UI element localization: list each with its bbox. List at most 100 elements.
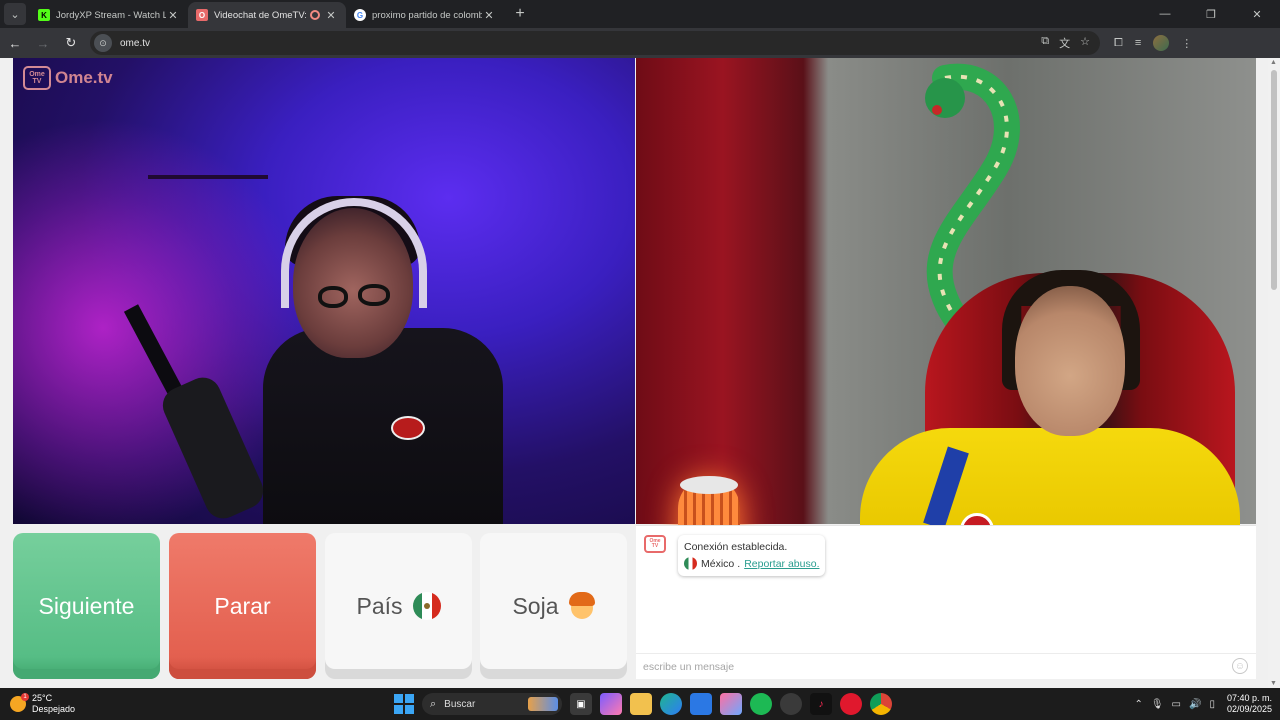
file-explorer-icon[interactable]	[630, 693, 652, 715]
search-icon: ⌕	[430, 697, 437, 710]
next-button-label: Siguiente	[38, 592, 135, 619]
battery-icon[interactable]: ▯	[1209, 699, 1215, 710]
tab-title: proximo partido de colombia - Buscar con…	[372, 9, 482, 21]
windows-taskbar: 1 25°C Despejado ⌕ Buscar ▣ ♪ ⌃ 🎙 ▭ 🔊 ▯ …	[0, 688, 1280, 720]
next-button[interactable]: Siguiente	[13, 533, 160, 679]
scroll-up-icon[interactable]: ▲	[1270, 59, 1277, 66]
separator: .	[737, 557, 741, 570]
tab-strip: ⌄ K JordyXP Stream - Watch Live on Kick …	[0, 0, 1280, 28]
browser-toolbar: ← → ↻ ⊙ ome.tv ⧉ 文 ☆ ⧠ ≡ ⋮	[0, 28, 1280, 58]
boy-face-icon	[568, 592, 595, 620]
restore-icon[interactable]: ❐	[1188, 8, 1234, 21]
close-tab-icon[interactable]: ✕	[324, 9, 338, 22]
weather-sun-icon: 1	[10, 693, 29, 712]
reload-icon[interactable]: ↻	[58, 30, 84, 56]
media-controls-icon[interactable]: ≡	[1135, 37, 1141, 49]
tab-search-icon[interactable]: ⌄	[4, 3, 26, 25]
chat-panel: Ome TV Conexión establecida. México . Re…	[636, 525, 1256, 679]
tab-kick[interactable]: K JordyXP Stream - Watch Live on Kick ✕	[30, 2, 188, 28]
windows-start-icon[interactable]	[394, 694, 414, 714]
opera-icon[interactable]	[840, 693, 862, 715]
search-highlight-icon	[528, 697, 558, 711]
video-shelf	[148, 175, 268, 179]
taskbar-search[interactable]: ⌕ Buscar	[422, 693, 562, 715]
profile-avatar[interactable]	[1153, 35, 1170, 51]
chrome-icon[interactable]	[870, 693, 892, 715]
ometv-page: Ome TV Ome.tv Siguiente Parar País Soja …	[0, 58, 1280, 702]
install-app-icon[interactable]: ⧉	[1041, 35, 1049, 51]
task-view-icon[interactable]: ▣	[570, 693, 592, 715]
connection-status: Conexión establecida.	[684, 541, 788, 553]
taskbar-search-label: Buscar	[444, 698, 476, 710]
tab-title: Videochat de OmeTV: una alternativa	[214, 9, 306, 21]
microphone-icon[interactable]: 🎙	[1151, 699, 1164, 710]
edge-icon[interactable]	[660, 693, 682, 715]
ometv-logo: Ome TV Ome.tv	[23, 66, 113, 90]
address-bar[interactable]: ⊙ ome.tv ⧉ 文 ☆	[90, 31, 1100, 55]
local-video: Ome TV Ome.tv	[13, 58, 635, 524]
ometv-icon: O	[196, 9, 208, 21]
tab-google[interactable]: G proximo partido de colombia - Buscar c…	[346, 2, 504, 28]
volume-icon[interactable]: 🔊	[1189, 699, 1201, 710]
game-controller-icon[interactable]	[780, 693, 802, 715]
shirt-logo	[391, 416, 425, 440]
weather-temp: 25°C	[32, 693, 53, 703]
spotify-icon[interactable]	[750, 693, 772, 715]
close-window-icon[interactable]: ✕	[1234, 8, 1280, 21]
ometv-logo-text: Ome.tv	[55, 68, 113, 87]
minimize-icon[interactable]: —	[1142, 8, 1188, 20]
mexico-flag-icon	[684, 557, 697, 570]
bookmark-star-icon[interactable]: ☆	[1080, 35, 1090, 51]
gender-filter-button[interactable]: Soja	[480, 533, 627, 679]
ometv-logo-icon: Ome TV	[23, 66, 51, 90]
chat-message-input[interactable]	[643, 660, 1203, 673]
ometv-chat-icon: Ome TV	[644, 535, 666, 553]
tab-title: JordyXP Stream - Watch Live on Kick	[56, 9, 166, 21]
glasses	[318, 286, 348, 308]
close-tab-icon[interactable]: ✕	[482, 9, 496, 22]
menu-icon[interactable]: ⋮	[1181, 37, 1192, 50]
gender-button-label: Soja	[512, 592, 559, 619]
recording-icon	[310, 10, 320, 20]
partner-country: México	[701, 557, 735, 570]
clock-date: 02/09/2025	[1226, 704, 1272, 714]
photos-icon[interactable]	[720, 693, 742, 715]
copilot-icon[interactable]	[600, 693, 622, 715]
report-abuse-link[interactable]: Reportar abuso.	[744, 558, 819, 570]
stop-button[interactable]: Parar	[169, 533, 316, 679]
glasses	[358, 284, 390, 306]
mexico-flag-icon	[412, 592, 441, 620]
weather-badge: 1	[21, 693, 29, 701]
tab-ometv[interactable]: O Videochat de OmeTV: una alternativa ✕	[188, 2, 346, 28]
display-icon[interactable]: ▭	[1172, 699, 1181, 710]
scrollbar-thumb[interactable]	[1271, 70, 1277, 290]
store-icon[interactable]	[690, 693, 712, 715]
close-tab-icon[interactable]: ✕	[166, 9, 180, 22]
back-icon[interactable]: ←	[2, 30, 28, 56]
window-controls: — ❐ ✕	[1142, 0, 1280, 28]
person-body	[263, 328, 503, 524]
new-tab-icon[interactable]: +	[508, 2, 532, 26]
system-message: Conexión establecida. México . Reportar …	[678, 535, 826, 576]
forward-icon[interactable]: →	[30, 30, 56, 56]
colombia-shirt	[860, 428, 1240, 528]
taskbar-clock[interactable]: 07:40 p. m. 02/09/2025	[1227, 693, 1272, 715]
scroll-down-icon[interactable]: ▼	[1270, 680, 1277, 687]
extensions-icon[interactable]: ⧠	[1114, 37, 1123, 50]
weather-widget[interactable]: 1 25°C Despejado	[10, 693, 130, 715]
tiktok-icon[interactable]: ♪	[810, 693, 832, 715]
weather-desc: Despejado	[32, 704, 76, 714]
google-icon: G	[354, 9, 366, 21]
stop-button-label: Parar	[214, 592, 271, 619]
site-info-icon[interactable]: ⊙	[94, 34, 112, 52]
country-filter-button[interactable]: País	[325, 533, 472, 679]
tray-chevron-up-icon[interactable]: ⌃	[1134, 699, 1142, 710]
url-text: ome.tv	[120, 37, 151, 49]
chat-input-bar: ☺	[636, 653, 1256, 679]
clock-time: 07:40 p. m.	[1226, 693, 1272, 703]
translate-icon[interactable]: 文	[1059, 35, 1070, 51]
country-button-label: País	[356, 592, 403, 619]
page-scrollbar[interactable]: ▲ ▼	[1268, 58, 1280, 688]
system-tray: ⌃ 🎙 ▭ 🔊 ▯ 07:40 p. m. 02/09/2025	[1134, 688, 1272, 720]
emoji-icon[interactable]: ☺	[1232, 658, 1248, 674]
